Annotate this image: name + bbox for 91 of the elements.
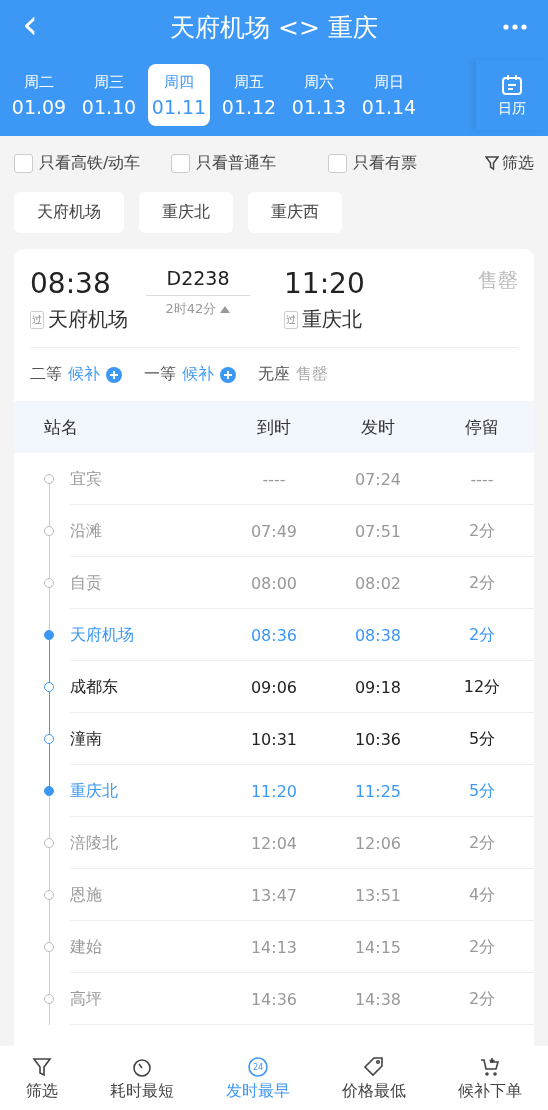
seat-class: 无座 [258,364,290,385]
station-chip[interactable]: 重庆北 [139,192,233,233]
arrive-time-cell-text: 09:06 [249,677,299,697]
column-header: 到时 [256,415,292,439]
sort-tab[interactable]: 24 发时最早 [226,1054,290,1102]
arrive-time-cell-text: 10:31 [249,729,299,749]
station-name: 恩施 [70,884,103,906]
filter-icon [485,155,499,171]
arrive-time-cell-text: 07:49 [249,521,299,541]
arrive-time-cell-text: ---- [261,469,287,489]
filter-button[interactable]: 筛选 [485,152,534,174]
date-tab[interactable]: 周五 01.12 [218,64,280,126]
sort-tab[interactable]: 筛选 [26,1054,58,1102]
arrive-time-cell-text: 13:47 [249,885,299,905]
depart-time-cell-text: 14:15 [353,937,403,957]
column-header: 发时 [360,415,396,439]
seat-status[interactable]: 候补 [68,364,100,385]
depart-time-cell-text: 10:36 [353,729,403,749]
station-name: 天府机场 [70,624,135,646]
arrive-time-cell-text: 12:04 [249,833,299,853]
stay-time-cell-text: ---- [469,469,495,489]
sort-tab[interactable]: 耗时最短 [110,1054,174,1102]
clock-icon: 24 [246,1054,270,1079]
arrive-time-cell-text: 08:36 [249,625,299,645]
back-button[interactable]: ‹ [14,4,46,50]
column-header: 站名 [43,415,79,439]
sort-tab[interactable]: 候补下单 [458,1054,522,1102]
depart-time-cell-text: 08:38 [353,625,403,645]
arrive-station: 重庆北 [302,306,362,333]
stay-time-cell-text: 12分 [462,676,502,698]
price-tag-icon [362,1054,386,1079]
sold-out-status: 售罄 [478,267,518,294]
more-icon[interactable] [502,23,528,31]
station-name: 涪陵北 [70,832,119,854]
stay-time-cell-text: 5分 [467,780,497,802]
seat-class: 二等 [30,364,62,385]
depart-time-cell-text: 11:25 [353,781,403,801]
seat-class: 一等 [144,364,176,385]
stay-time-cell-text: 2分 [467,624,497,646]
depart-time-cell-text: 09:18 [353,677,403,697]
station-chip[interactable]: 重庆西 [248,192,342,233]
station-name: 沿滩 [70,520,103,542]
add-icon[interactable] [220,366,236,383]
filter-checkbox[interactable]: 只看有票 [328,152,475,174]
station-name: 成都东 [70,676,119,698]
stay-time-cell-text: 5分 [467,728,497,750]
duration-toggle[interactable]: 2时42分 [165,300,231,318]
arrive-time: 11:20 [284,267,365,300]
route-title: 天府机场 <> 重庆 [170,11,378,44]
date-tab[interactable]: 周二 01.09 [8,64,70,126]
pass-tag: 过 [284,310,298,329]
arrive-time-cell-text: 14:13 [249,937,299,957]
stay-time-cell-text: 4分 [467,884,497,906]
station-name: 潼南 [70,728,103,750]
stay-time-cell-text: 2分 [467,936,497,958]
station-name: 高坪 [70,988,103,1010]
stay-time-cell-text: 2分 [467,520,497,542]
seat-status: 售罄 [296,364,328,385]
arrive-time-cell-text: 14:36 [249,989,299,1009]
stay-time-cell-text: 2分 [467,988,497,1010]
calendar-icon [500,72,524,97]
date-tab[interactable]: 周三 01.10 [78,64,140,126]
depart-station: 天府机场 [48,306,128,333]
column-header: 停留 [464,415,500,439]
arrive-time-cell-text: 11:20 [249,781,299,801]
depart-time-cell-text: 08:02 [353,573,403,593]
seat-status[interactable]: 候补 [182,364,214,385]
arrive-time-cell-text: 08:00 [249,573,299,593]
station-name: 重庆北 [70,780,119,802]
depart-time-cell-text: 12:06 [353,833,403,853]
date-tab[interactable]: 周六 01.13 [288,64,350,126]
station-chip[interactable]: 天府机场 [14,192,124,233]
train-number: D2238 [146,267,250,296]
depart-time: 08:38 [30,267,112,300]
station-name: 建始 [70,936,103,958]
station-name: 宜宾 [70,468,103,490]
filter-checkbox[interactable]: 只看高铁/动车 [14,152,161,174]
depart-time-cell-text: 13:51 [353,885,403,905]
date-tab[interactable]: 周四 01.11 [148,64,210,126]
depart-time-cell-text: 07:24 [353,469,403,489]
stay-time-cell-text: 2分 [467,572,497,594]
calendar-button[interactable]: 日历 [476,60,548,130]
station-name: 自贡 [70,572,103,594]
date-tab[interactable]: 周日 01.14 [358,64,420,126]
depart-time-cell-text: 07:51 [353,521,403,541]
add-icon[interactable] [106,366,122,383]
depart-time-cell-text: 14:38 [353,989,403,1009]
sort-tab[interactable]: 价格最低 [342,1054,406,1102]
stay-time-cell-text: 2分 [467,832,497,854]
pass-tag: 过 [30,310,44,329]
filter-checkbox[interactable]: 只看普通车 [171,152,318,174]
